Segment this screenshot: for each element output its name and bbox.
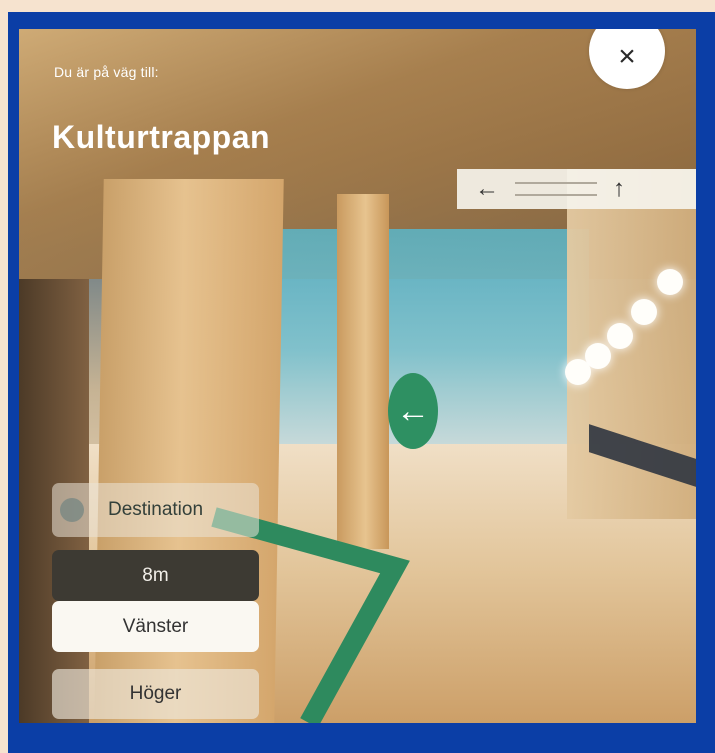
destination-title: Kulturtrappan [52,119,271,155]
close-icon: × [618,40,636,73]
location-dot-icon [60,498,84,522]
arrow-left-icon: ← [475,175,499,202]
left-button-label: Vänster [122,615,189,637]
wooden-pillar-center [337,194,389,549]
ar-camera-view: Du är på väg till: Kulturtrappan × ← ↑ ←… [19,29,696,723]
ceiling-lights [559,259,696,385]
distance-display: 8m [52,550,259,601]
arrow-up-icon: ↑ [613,175,625,202]
destination-button-label: Destination [107,499,204,520]
distance-value: 8m [142,564,169,586]
right-button-label: Höger [129,683,182,704]
ar-direction-marker: ← [388,373,438,449]
close-button[interactable]: × [589,29,665,89]
right-button[interactable]: Höger [52,669,259,719]
bench [589,424,696,488]
destination-button[interactable]: Destination [52,483,259,537]
destination-caption: Du är på väg till: [54,64,159,80]
right-wall [567,169,696,519]
wayfinding-sign: ← ↑ [457,169,696,209]
left-button[interactable]: Vänster [52,601,259,652]
arrow-left-icon: ← [396,391,430,430]
sign-text-lines [515,182,597,196]
